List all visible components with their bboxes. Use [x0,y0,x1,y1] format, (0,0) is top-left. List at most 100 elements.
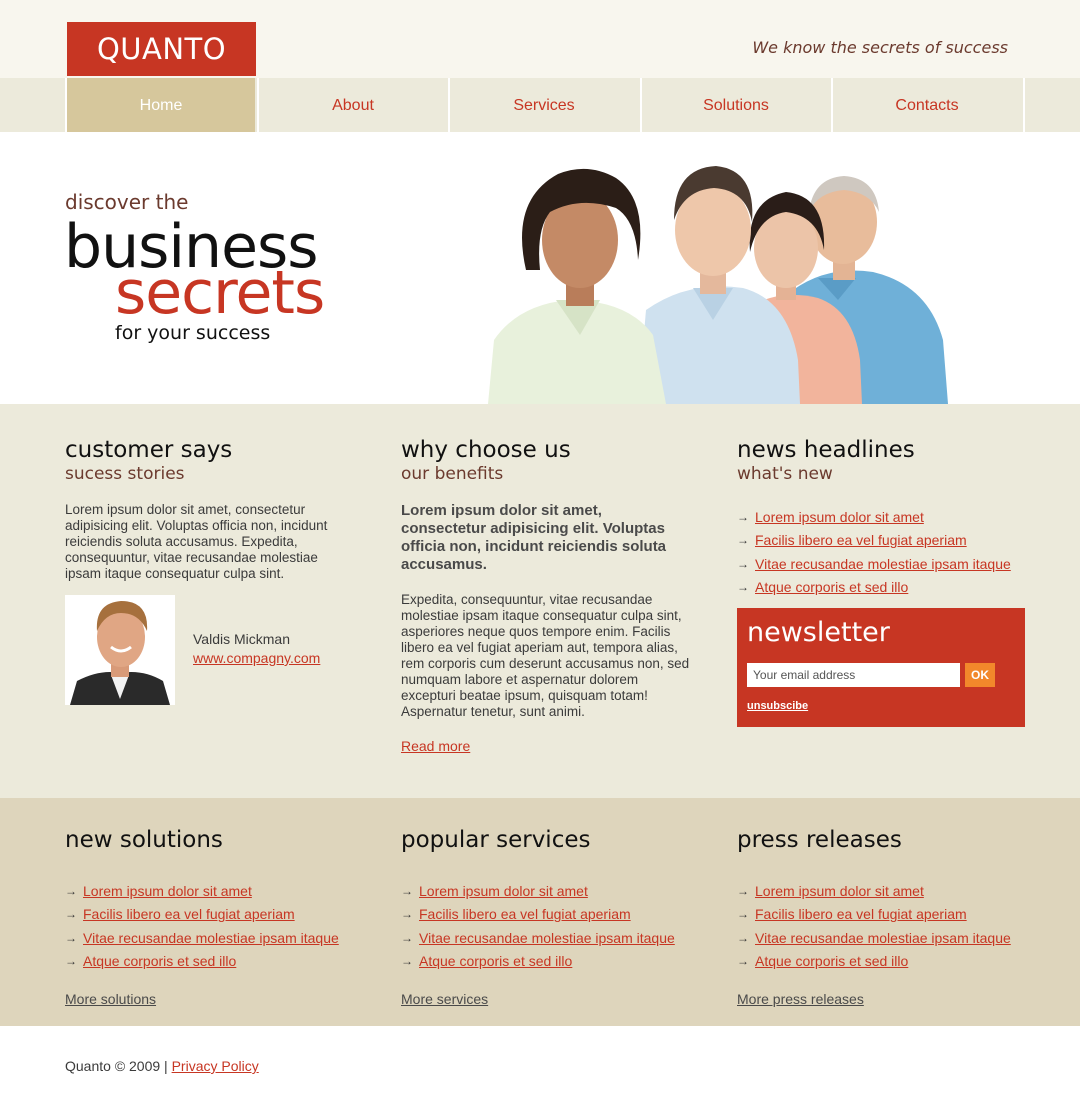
services-links: → Lorem ipsum dolor sit amet → Facilis lib… [401,880,691,973]
news-headlines-title: news headlines [737,437,915,463]
news-headlines-section: news headlines what's new → Lorem ipsum d… [737,404,1027,727]
site-tagline: We know the secrets of success [752,38,1008,57]
press-releases-title: press releases [737,827,902,853]
news-link[interactable]: Lorem ipsum dolor sit amet [755,509,924,525]
news-link[interactable]: Vitae recusandae molestiae ipsam itaque [755,556,1011,572]
arrow-right-icon: → [65,884,77,898]
press-link[interactable]: Atque corporis et sed illo [755,953,908,969]
list-item: → Lorem ipsum dolor sit amet [737,880,1027,903]
why-choose-us-lead: Lorem ipsum dolor sit amet, consectetur … [401,502,667,573]
list-item: → Atque corporis et sed illo [65,950,355,973]
news-link[interactable]: Facilis libero ea vel fugiat aperiam [755,532,967,548]
hero-banner: discover the business secrets for your s… [0,132,1080,404]
why-choose-us-text: Expedita, consequuntur, vitae recusandae… [401,592,690,719]
press-link[interactable]: Lorem ipsum dolor sit amet [755,883,924,899]
list-item: → Atque corporis et sed illo [401,950,691,973]
press-links: → Lorem ipsum dolor sit amet → Facilis lib… [737,880,1027,973]
press-releases-section: press releases → Lorem ipsum dolor sit am… [737,798,1027,1007]
list-item: → Facilis libero ea vel fugiat aperiam [737,529,1027,552]
nav-divider [1023,78,1025,132]
arrow-right-icon: → [401,953,413,968]
new-solutions-title: new solutions [65,827,223,853]
more-press-releases-link[interactable]: More press releases [737,991,1027,1007]
main-nav: Home About Services Solutions Contacts [0,78,1080,132]
privacy-policy-link[interactable]: Privacy Policy [172,1058,259,1074]
arrow-right-icon: → [737,556,749,571]
read-more-link[interactable]: Read more [401,738,691,754]
nav-item-home[interactable]: Home [65,78,255,132]
list-item: → Facilis libero ea vel fugiat aperiam [737,903,1027,926]
list-item: → Atque corporis et sed illo [737,576,1027,599]
why-choose-us-subtitle: our benefits [401,464,504,484]
customer-testimonial-text: Lorem ipsum dolor sit amet, consectetur … [65,502,328,581]
arrow-right-icon: → [65,953,77,968]
arrow-right-icon: → [401,907,413,922]
solutions-links: → Lorem ipsum dolor sit amet → Facilis lib… [65,880,355,973]
list-item: → Lorem ipsum dolor sit amet [401,880,691,903]
solutions-link[interactable]: Lorem ipsum dolor sit amet [83,883,252,899]
why-choose-us-section: why choose us our benefits Lorem ipsum d… [401,404,691,754]
list-item: → Vitae recusandae molestiae ipsam itaque [737,553,1027,576]
news-links: → Lorem ipsum dolor sit amet → Facilis lib… [737,506,1027,599]
press-link[interactable]: Facilis libero ea vel fugiat aperiam [755,906,967,922]
list-item: → Lorem ipsum dolor sit amet [737,506,1027,529]
arrow-right-icon: → [737,907,749,922]
services-link[interactable]: Vitae recusandae molestiae ipsam itaque [419,930,675,946]
footer-copyright: Quanto © 2009 | [65,1058,168,1074]
news-headlines-subtitle: what's new [737,464,833,484]
newsletter-email-input[interactable] [747,663,960,687]
arrow-right-icon: → [737,953,749,968]
hero-team-photo [488,166,948,404]
person-1 [488,168,666,404]
arrow-right-icon: → [737,533,749,548]
list-item: → Vitae recusandae molestiae ipsam itaque [737,927,1027,950]
list-item: → Lorem ipsum dolor sit amet [65,880,355,903]
popular-services-title: popular services [401,827,591,853]
list-item: → Vitae recusandae molestiae ipsam itaque [401,927,691,950]
customer-website-link[interactable]: www.compagny.com [193,650,320,666]
customer-avatar [65,595,175,705]
arrow-right-icon: → [65,930,77,945]
site-header: QUANTO We know the secrets of success [0,0,1080,78]
customer-name: Valdis Mickman [193,631,290,647]
nav-item-contacts[interactable]: Contacts [831,78,1021,132]
press-link[interactable]: Vitae recusandae molestiae ipsam itaque [755,930,1011,946]
list-item: → Facilis libero ea vel fugiat aperiam [65,903,355,926]
links-band: new solutions → Lorem ipsum dolor sit ame… [0,798,1080,1026]
list-item: → Atque corporis et sed illo [737,950,1027,973]
arrow-right-icon: → [737,510,749,524]
solutions-link[interactable]: Atque corporis et sed illo [83,953,236,969]
arrow-right-icon: → [737,930,749,945]
services-link[interactable]: Atque corporis et sed illo [419,953,572,969]
customer-says-title: customer says [65,437,233,463]
customer-says-section: customer says sucess stories Lorem ipsum… [65,404,355,705]
arrow-right-icon: → [401,884,413,898]
list-item: → Facilis libero ea vel fugiat aperiam [401,903,691,926]
newsletter-ok-button[interactable]: OK [965,663,995,687]
newsletter-title: newsletter [747,617,890,648]
news-link[interactable]: Atque corporis et sed illo [755,579,908,595]
newsletter-box: newsletter OK unsubscibe [737,608,1025,727]
new-solutions-section: new solutions → Lorem ipsum dolor sit ame… [65,798,355,1007]
content-band: customer says sucess stories Lorem ipsum… [0,404,1080,798]
nav-item-services[interactable]: Services [448,78,638,132]
list-item: → Vitae recusandae molestiae ipsam itaque [65,927,355,950]
why-choose-us-title: why choose us [401,437,571,463]
more-services-link[interactable]: More services [401,991,691,1007]
unsubscribe-link[interactable]: unsubscibe [747,700,808,712]
arrow-right-icon: → [401,930,413,945]
site-footer: Quanto © 2009 | Privacy Policy [65,1058,259,1074]
arrow-right-icon: → [65,907,77,922]
hero-secrets-text: secrets [115,258,325,328]
nav-item-solutions[interactable]: Solutions [640,78,830,132]
services-link[interactable]: Facilis libero ea vel fugiat aperiam [419,906,631,922]
popular-services-section: popular services → Lorem ipsum dolor sit … [401,798,691,1007]
solutions-link[interactable]: Facilis libero ea vel fugiat aperiam [83,906,295,922]
customer-says-subtitle: sucess stories [65,464,185,484]
services-link[interactable]: Lorem ipsum dolor sit amet [419,883,588,899]
more-solutions-link[interactable]: More solutions [65,991,355,1007]
customer-photo [65,595,175,705]
site-logo[interactable]: QUANTO [67,22,256,76]
nav-item-about[interactable]: About [257,78,447,132]
solutions-link[interactable]: Vitae recusandae molestiae ipsam itaque [83,930,339,946]
